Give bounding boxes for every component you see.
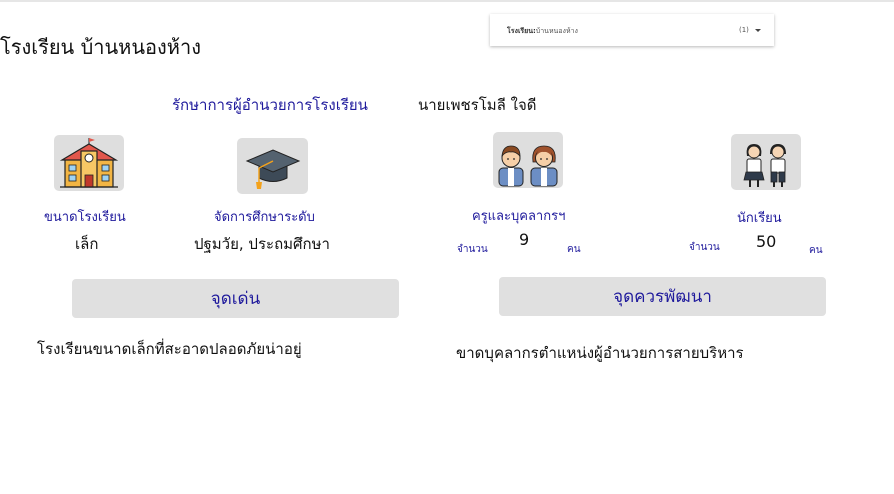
school-selector-value: บ้านหนองห้าง xyxy=(535,27,578,35)
top-divider xyxy=(0,0,894,2)
teachers-icon xyxy=(493,132,563,188)
education-level-label: จัดการศึกษาระดับ xyxy=(214,210,315,225)
school-size-value: เล็ก xyxy=(75,235,99,253)
school-size-label: ขนาดโรงเรียน xyxy=(44,210,126,225)
school-selector-count: (1) xyxy=(739,26,749,34)
graduation-cap-icon xyxy=(237,138,308,194)
students-label: นักเรียน xyxy=(737,211,782,226)
director-label: รักษาการผู้อำนวยการโรงเรียน xyxy=(172,96,368,114)
strengths-text: โรงเรียนขนาดเล็กที่สะอาดปลอดภัยน่าอยู่ xyxy=(37,340,302,358)
students-count: 50 xyxy=(756,232,777,251)
improvements-text: ขาดบุคลากรตำแหน่งผู้อำนวยการสายบริหาร xyxy=(456,344,744,362)
school-building-icon xyxy=(54,135,124,191)
students-icon xyxy=(731,134,801,190)
school-selector-label: โรงเรียน:บ้านหนองห้าง xyxy=(507,27,578,35)
school-selector[interactable]: โรงเรียน:บ้านหนองห้าง (1) xyxy=(490,14,774,46)
improvements-header-button[interactable]: จุดควรพัฒนา xyxy=(499,277,826,316)
students-count-label: จำนวน xyxy=(689,242,720,253)
strengths-header-button[interactable]: จุดเด่น xyxy=(72,279,399,318)
director-name: นายเพชรโมลี ใจดี xyxy=(418,96,537,114)
teachers-unit: คน xyxy=(567,244,581,255)
teachers-count-label: จำนวน xyxy=(457,244,488,255)
chevron-down-icon[interactable] xyxy=(755,29,761,32)
page-title: โรงเรียน บ้านหนองห้าง xyxy=(0,35,201,59)
teachers-label: ครูและบุคลากรฯ xyxy=(472,209,566,224)
teachers-count: 9 xyxy=(519,230,530,249)
education-level-value: ปฐมวัย, ประถมศึกษา xyxy=(194,235,330,253)
students-unit: คน xyxy=(809,245,823,256)
